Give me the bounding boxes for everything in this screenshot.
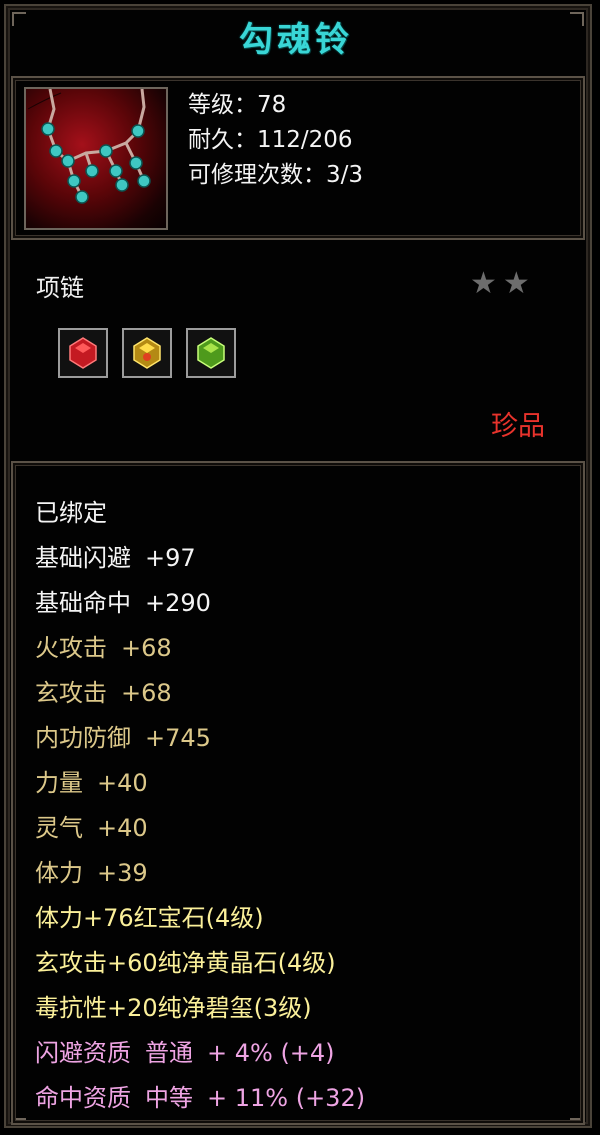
yellow-gem-icon[interactable] <box>122 328 172 378</box>
necklace-icon <box>24 87 168 230</box>
attr-stat: 灵气 +40 <box>35 814 148 842</box>
item-type: 项链 <box>36 274 84 302</box>
item-name: 勾魂铃 <box>239 19 353 60</box>
attr-stat: 火攻击 +68 <box>35 634 172 662</box>
rarity-label: 珍品 <box>491 411 545 442</box>
gem-bonus: 体力+76红宝石(4级) <box>35 904 264 932</box>
star-icon: ★ <box>470 266 497 301</box>
star-rating: ★ ★ <box>470 268 530 300</box>
attr-stat: 体力 +39 <box>35 859 148 887</box>
properties-list: 已绑定 基础闪避 +97 基础命中 +290 火攻击 +68 玄攻击 +68 内功防御 +… <box>35 493 365 1123</box>
quality-stat: 命中资质 中等 + 11% (+32) <box>35 1084 366 1112</box>
red-gem-icon[interactable] <box>58 328 108 378</box>
attr-stat: 力量 +40 <box>35 769 148 797</box>
title-bar: 勾魂铃 <box>0 0 592 72</box>
gem-bonus: 玄攻击+60纯净黄晶石(4级) <box>35 949 336 977</box>
attr-stat: 内功防御 +745 <box>35 724 211 752</box>
base-stat: 基础闪避 +97 <box>35 544 196 572</box>
stat-level: 等级：78 <box>188 92 287 118</box>
quality-stat: 闪避资质 普通 + 4% (+4) <box>35 1039 335 1067</box>
stat-durability: 耐久：112/206 <box>188 127 353 153</box>
attr-stat: 玄攻击 +68 <box>35 679 172 707</box>
gem-slots <box>58 328 236 378</box>
item-stats: 等级：78 耐久：112/206 可修理次数：3/3 <box>188 88 363 193</box>
bound-status: 已绑定 <box>35 499 107 527</box>
stat-repair-count: 可修理次数：3/3 <box>188 162 364 188</box>
base-stat: 基础命中 +290 <box>35 589 211 617</box>
gem-bonus: 毒抗性+20纯净碧玺(3级) <box>35 994 312 1022</box>
star-icon: ★ <box>502 266 530 301</box>
green-gem-icon[interactable] <box>186 328 236 378</box>
